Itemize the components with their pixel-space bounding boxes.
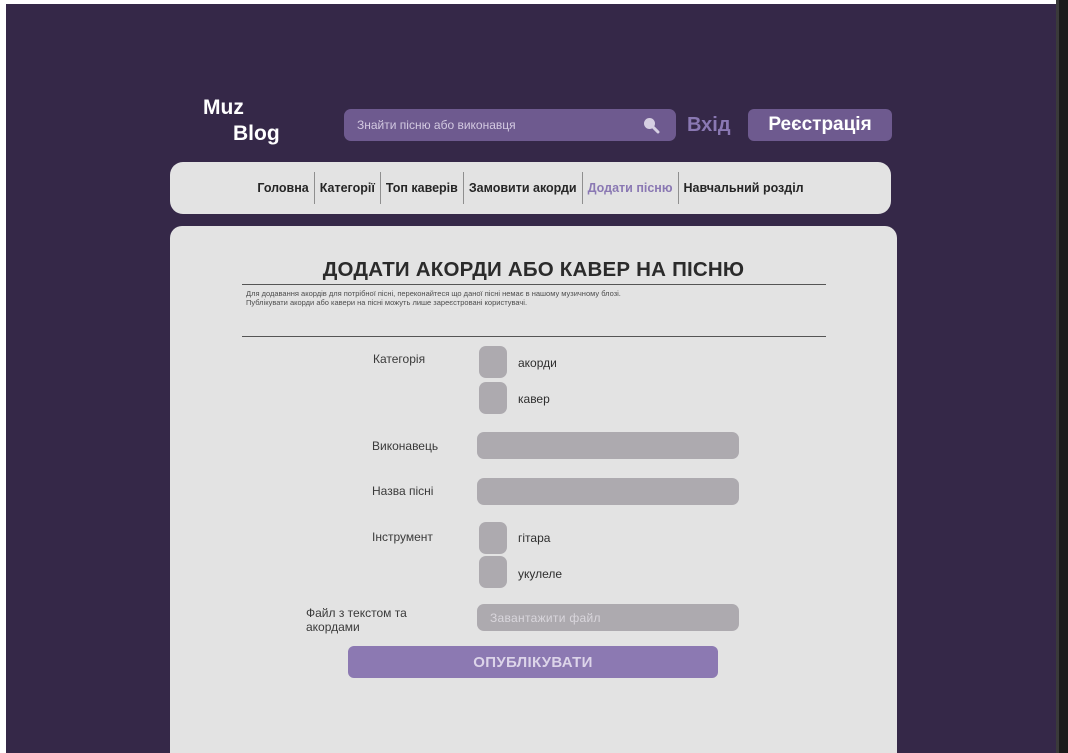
category-chords-checkbox[interactable] <box>479 346 507 378</box>
page-title: ДОДАТИ АКОРДИ АБО КАВЕР НА ПІСНЮ <box>322 258 745 281</box>
nav-divider <box>379 172 381 204</box>
register-button[interactable]: Реєстрація <box>748 109 892 141</box>
category-cover-checkbox[interactable] <box>479 382 507 414</box>
artist-label: Виконавець <box>372 439 439 453</box>
window-edge <box>1056 0 1068 753</box>
instrument-label: Інструмент <box>372 530 433 544</box>
nav-item-categories[interactable]: Категорії <box>316 171 379 205</box>
instrument-ukulele-checkbox[interactable] <box>479 556 507 588</box>
file-upload-field[interactable]: Завантажити файл <box>477 604 739 631</box>
nav-divider <box>313 172 315 204</box>
intro-text: Для додавання акордів для потрібної пісн… <box>246 289 806 308</box>
logo-line-2[interactable]: Blog <box>233 123 280 144</box>
nav-item-add-song[interactable]: Додати пісню <box>584 171 677 205</box>
main-nav: Головна Категорії Топ каверів Замовити а… <box>170 162 891 214</box>
intro-line-1: Для додавання акордів для потрібної пісн… <box>246 289 621 298</box>
file-upload-placeholder: Завантажити файл <box>490 611 601 625</box>
artist-field[interactable] <box>477 432 739 459</box>
nav-item-tutorials[interactable]: Навчальний розділ <box>680 171 808 205</box>
category-cover-label: кавер <box>518 392 550 406</box>
song-name-label: Назва пісні <box>372 484 434 498</box>
nav-divider <box>581 172 583 204</box>
publish-button[interactable]: ОПУБЛІКУВАТИ <box>348 646 718 678</box>
instrument-guitar-checkbox[interactable] <box>479 522 507 554</box>
divider-bottom <box>242 336 826 337</box>
category-chords-label: акорди <box>518 356 557 370</box>
nav-item-home[interactable]: Головна <box>253 171 312 205</box>
search-input[interactable]: Знайти пісню або виконавця <box>344 109 676 141</box>
login-link[interactable]: Вхід <box>687 114 731 137</box>
file-label: Файл з текстом та акордами <box>306 606 407 635</box>
divider-top <box>242 284 826 285</box>
search-placeholder: Знайти пісню або виконавця <box>357 118 516 132</box>
nav-divider <box>462 172 464 204</box>
nav-item-order-chords[interactable]: Замовити акорди <box>465 171 581 205</box>
add-song-panel: ДОДАТИ АКОРДИ АБО КАВЕР НА ПІСНЮ Для дод… <box>170 226 897 753</box>
song-name-field[interactable] <box>477 478 739 505</box>
search-icon[interactable] <box>642 116 660 134</box>
intro-line-2: Публікувати акорди або кавери на пісні м… <box>246 298 528 308</box>
category-label: Категорія <box>373 352 426 366</box>
nav-item-top-covers[interactable]: Топ каверів <box>382 171 462 205</box>
instrument-ukulele-label: укулеле <box>518 567 563 581</box>
app-window: Muz Blog Знайти пісню або виконавця Вхід… <box>6 4 1056 753</box>
nav-divider <box>677 172 679 204</box>
logo-line-1[interactable]: Muz <box>203 97 244 118</box>
instrument-guitar-label: гітара <box>518 531 551 545</box>
